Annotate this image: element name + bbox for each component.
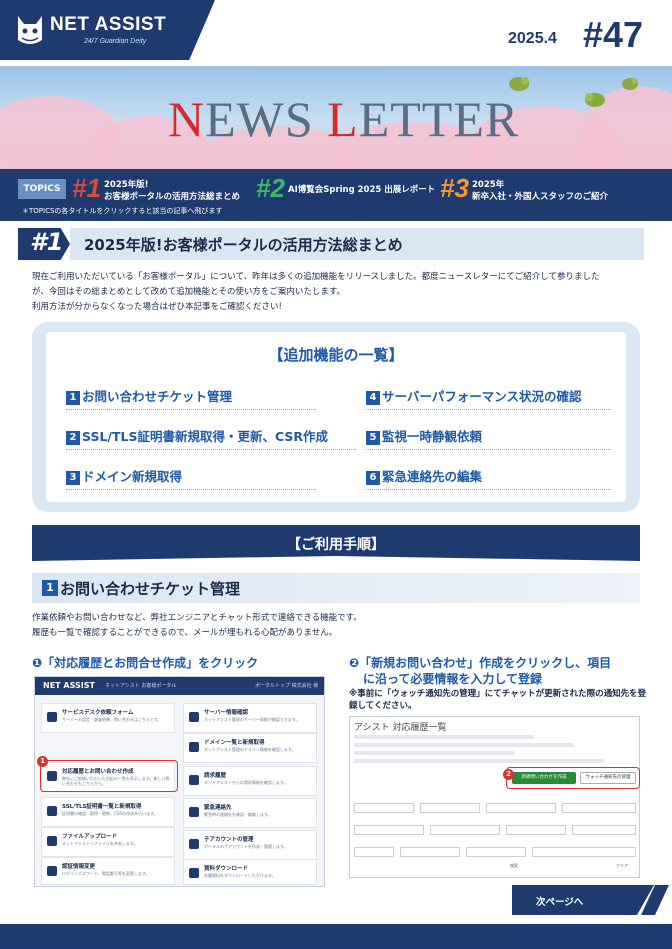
masthead: NET ASSIST 24/7 Guardian Deity 2025.4 #4… <box>0 0 672 72</box>
topic-3-number[interactable]: #3 <box>440 173 469 204</box>
certificate-icon <box>47 806 57 816</box>
article-intro: 現在ご利用いただいている「お客様ポータル」について、昨年は多くの追加機能をリリー… <box>32 272 600 312</box>
procedure-description: 作業依頼やお問い合わせなど、弊社エンジニアとチャット形式で連絡できる機能です。 … <box>32 613 362 638</box>
portal-topbar: NET ASSIST ネットアシスト お客様ポータル ポータルトップ 株式会社 … <box>35 677 324 695</box>
procedure-subheading: 1 お問い合わせチケット管理 <box>32 573 640 603</box>
feature-item: 1 お問い合わせチケット管理 <box>66 386 316 410</box>
text-line <box>354 743 574 747</box>
footer-band <box>0 924 672 949</box>
issue-date: 2025.4 <box>508 30 557 47</box>
procedure-heading: 【ご利用手順】 <box>32 525 640 561</box>
feature-list-title: 【追加機能の一覧】 <box>268 346 404 364</box>
filter-select[interactable] <box>532 847 636 857</box>
feature-item: 2 SSL/TLS証明書新規取得・更新、CSR作成 <box>66 426 356 450</box>
portal-card[interactable]: SSL/TLS証明書一覧と新規取得 証明書の確認・取得・更新、CSRの作成を行いま… <box>41 797 175 827</box>
topics-bar: TOPICS #1 2025年版! お客様ポータルの活用方法総まとめ #2 AI博… <box>0 169 672 221</box>
portal-card[interactable]: サービスデスク依頼フォーム サーバーの設定・調査依頼、問い合わせはこちらです。 <box>41 703 175 733</box>
step-2-caption: ❷「新規お問い合わせ」作成をクリックし、項目 に沿って必要情報を入力して登録 <box>349 656 612 686</box>
feature-item: 4 サーバーパフォーマンス状況の確認 <box>366 386 611 410</box>
ticket-list-screenshot: アシスト 対応履歴一覧 新規問い合わせを作成 ウォッチ通知先の管理 2 検索 ク… <box>349 716 640 878</box>
user-icon <box>47 866 57 876</box>
clear-button[interactable]: クリア <box>616 863 628 869</box>
portal-card[interactable]: 緊急連絡先 緊急時の連絡先を確認・編集します。 <box>183 798 317 828</box>
brand-name: NET ASSIST <box>50 14 167 35</box>
feature-list-panel: 【追加機能の一覧】 1 お問い合わせチケット管理 2 SSL/TLS証明書新規取得・… <box>46 332 626 502</box>
filter-field[interactable] <box>562 803 636 813</box>
yen-icon <box>189 775 199 785</box>
portal-card[interactable]: 認証情報変更 ログインパスワード、電話番号等を変更します。 <box>41 857 175 885</box>
step-2-note: ※事前に「ウォッチ通知先の管理」にてチャットが更新された際の通知先を登録してくだ… <box>349 689 647 711</box>
highlight-frame <box>506 767 640 789</box>
newsletter-title: NEWS LETTER <box>168 91 520 147</box>
users-icon <box>189 839 199 849</box>
text-line <box>354 751 514 755</box>
form-icon <box>47 712 57 722</box>
newsletter-banner: NEWS LETTER <box>0 66 672 169</box>
topic-2-link[interactable]: AI博覧会Spring 2025 出展レポート <box>288 184 435 196</box>
portal-card[interactable]: 請求履歴 ネットアシストからの請求情報を確認します。 <box>183 766 317 796</box>
filter-select[interactable] <box>400 847 460 857</box>
step-1-caption: ❶「対応履歴とお問合せ作成」をクリック <box>32 656 259 670</box>
filter-select[interactable] <box>354 847 394 857</box>
filter-field[interactable] <box>486 803 556 813</box>
filter-field[interactable] <box>430 825 500 835</box>
topic-3-link[interactable]: 2025年 新卒入社・外国人スタッフのご紹介 <box>472 179 608 203</box>
article-number-tab: #1 <box>18 228 70 260</box>
portal-card[interactable]: ファイルアップロード ネットアシストへファイルを共有します。 <box>41 827 175 857</box>
article-heading: #1 2025年版!お客様ポータルの活用方法総まとめ <box>0 226 672 262</box>
filter-field[interactable] <box>354 803 414 813</box>
topics-label: TOPICS <box>18 179 66 199</box>
portal-card[interactable]: ドメイン一覧と新規取得 ネットアシスト管理のドメイン情報を確認します。 <box>183 733 317 763</box>
feature-list-box: 【追加機能の一覧】 1 お問い合わせチケット管理 2 SSL/TLS証明書新規取得・… <box>32 322 640 512</box>
feature-item: 5 監視一時静観依頼 <box>366 426 611 450</box>
cat-logo-icon <box>18 16 42 44</box>
topic-1-number[interactable]: #1 <box>72 173 101 204</box>
upload-icon <box>47 836 57 846</box>
bird-icon <box>622 78 638 90</box>
ticket-list-title: アシスト 対応履歴一覧 <box>354 723 447 733</box>
step-2-badge: 2 <box>503 769 514 780</box>
globe-icon <box>189 742 199 752</box>
filter-field[interactable] <box>506 825 566 835</box>
download-icon <box>189 868 199 878</box>
portal-card[interactable]: 子アカウントの管理 ポータルの子アカウントを作成・管理します。 <box>183 830 317 860</box>
highlight-frame <box>40 760 178 792</box>
text-line <box>354 759 604 763</box>
search-button[interactable]: 検索 <box>510 863 518 869</box>
filter-field[interactable] <box>420 803 480 813</box>
step-1-badge: 1 <box>37 756 48 767</box>
topic-2-number[interactable]: #2 <box>256 173 285 204</box>
portal-card[interactable]: 資料ダウンロード 各種資料をダウンロードいただけます。 <box>183 859 317 885</box>
feature-item: 6 緊急連絡先の編集 <box>366 466 611 490</box>
filter-field[interactable] <box>572 825 636 835</box>
filter-field[interactable] <box>354 825 424 835</box>
issue-number: #47 <box>583 14 644 55</box>
bird-icon <box>585 93 605 107</box>
feature-item: 3 ドメイン新規取得 <box>66 466 316 490</box>
filter-select[interactable] <box>466 847 526 857</box>
portal-screenshot: NET ASSIST ネットアシスト お客様ポータル ポータルトップ 株式会社 … <box>34 676 325 887</box>
server-icon <box>189 712 199 722</box>
article-title: 2025年版!お客様ポータルの活用方法総まとめ <box>84 236 403 254</box>
topic-1-link[interactable]: 2025年版! お客様ポータルの活用方法総まとめ <box>104 179 240 203</box>
text-line <box>354 735 534 739</box>
portal-card[interactable]: サーバー情報確認 ネットアシスト管理のサーバー情報が確認できます。 <box>183 703 317 733</box>
phone-icon <box>189 807 199 817</box>
topics-note: ＊TOPICSの各タイトルをクリックすると該当の記事へ飛びます <box>22 207 223 215</box>
brand-tagline: 24/7 Guardian Deity <box>84 38 147 45</box>
